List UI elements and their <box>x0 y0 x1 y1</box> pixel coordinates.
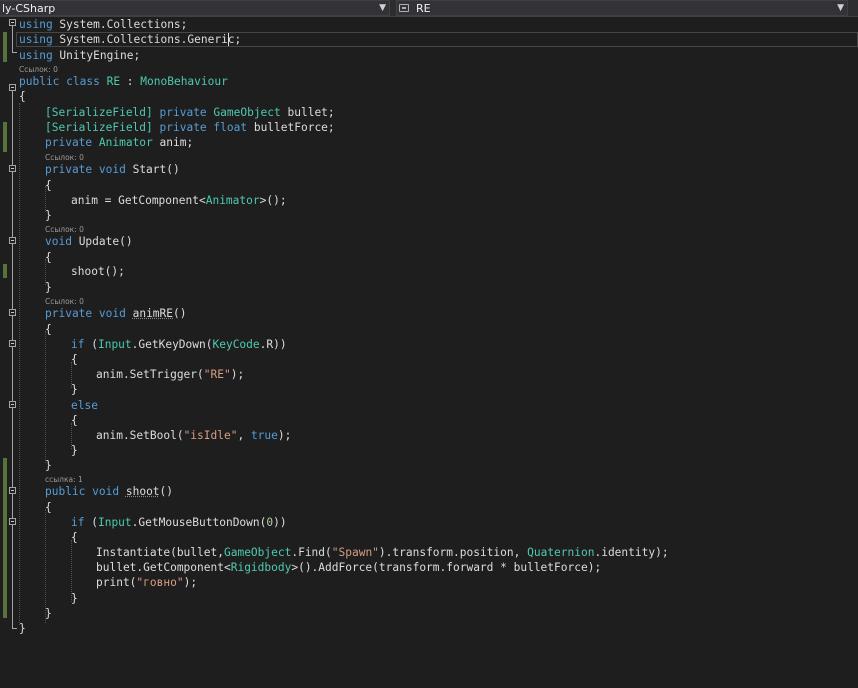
code-line: } <box>45 459 52 472</box>
member-name: RE <box>416 2 431 15</box>
chevron-down-icon[interactable]: ▼ <box>379 1 386 16</box>
code-line: { <box>45 501 52 514</box>
code-line: { <box>71 353 78 366</box>
code-line: public void shoot() <box>45 485 174 498</box>
code-line: { <box>45 251 52 264</box>
code-line: } <box>45 281 52 294</box>
code-line: { <box>19 90 26 103</box>
code-line: print("говно"); <box>96 576 198 589</box>
code-line: anim = GetComponent<Animator>(); <box>71 194 287 207</box>
code-line: [SerializeField] private GameObject bull… <box>45 106 335 119</box>
code-line: anim.SetBool("isIdle", true); <box>96 429 292 442</box>
code-line: if (Input.GetMouseButtonDown(0)) <box>71 516 287 529</box>
code-line: else <box>71 399 98 412</box>
chevron-down-icon[interactable]: ▼ <box>837 1 844 16</box>
code-line: using UnityEngine; <box>19 49 141 62</box>
code-line: shoot(); <box>71 265 125 278</box>
code-line: anim.SetTrigger("RE"); <box>96 368 245 381</box>
code-line: bullet.GetComponent<Rigidbody>().AddForc… <box>96 561 602 574</box>
class-icon <box>399 4 409 12</box>
code-line: Instantiate(bullet,GameObject.Find("Spaw… <box>96 546 669 559</box>
code-line: using System.Collections.Generic; <box>19 33 242 46</box>
code-line: { <box>45 323 52 336</box>
code-line: { <box>71 531 78 544</box>
code-line: } <box>71 383 78 396</box>
code-line: private void Start() <box>45 163 180 176</box>
code-line: if (Input.GetKeyDown(KeyCode.R)) <box>71 338 287 351</box>
code-line: using System.Collections; <box>19 18 188 31</box>
navigation-bar: ly-CSharp ▼ RE ▼ <box>0 0 858 17</box>
code-line: } <box>71 592 78 605</box>
code-line: private void animRE() <box>45 307 187 320</box>
code-line: } <box>71 444 78 457</box>
code-line: [SerializeField] private float bulletFor… <box>45 121 335 134</box>
project-name: ly-CSharp <box>2 2 56 15</box>
code-line: { <box>45 179 52 192</box>
code-line: public class RE : MonoBehaviour <box>19 75 228 88</box>
code-line: { <box>71 414 78 427</box>
code-line: void Update() <box>45 235 133 248</box>
code-line: } <box>45 209 52 222</box>
code-editor[interactable]: using System.Collections; using System.C… <box>0 16 858 688</box>
member-dropdown[interactable]: RE ▼ <box>396 0 848 16</box>
code-line: } <box>19 622 26 635</box>
text-caret <box>228 33 229 46</box>
code-line: } <box>45 607 52 620</box>
project-dropdown[interactable]: ly-CSharp ▼ <box>0 0 390 16</box>
code-line: private Animator anim; <box>45 136 194 149</box>
